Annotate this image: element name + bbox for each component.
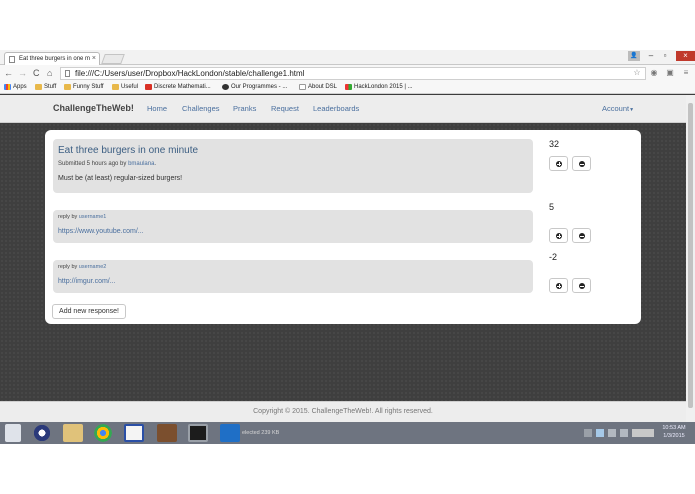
mail-icon[interactable] [220,424,240,442]
site-footer: Copyright © 2015. ChallengeTheWeb!. All … [0,401,686,422]
terminal-icon[interactable] [188,424,208,442]
apps-icon [4,84,11,90]
pdf-icon [145,84,152,90]
reply-post: reply by username1 https://www.youtube.c… [53,210,533,243]
minus-icon [579,283,585,289]
downvote-button[interactable] [572,156,591,171]
chrome-icon[interactable] [93,424,113,442]
folder-icon [35,84,42,90]
file-explorer-icon[interactable] [63,424,83,442]
account-dropdown[interactable]: Account▼ [602,104,634,113]
reply-link[interactable]: https://www.youtube.com/... [58,228,144,235]
reply-user-link[interactable]: username1 [79,214,107,220]
reply-link[interactable]: http://imgur.com/... [58,278,116,285]
upvote-button[interactable] [549,156,568,171]
scroll-thumb[interactable] [688,103,693,408]
reply-score: 5 [549,202,555,212]
reply-user-link[interactable]: username2 [79,264,107,270]
challenge-score: 32 [549,139,560,149]
page-scrollbar[interactable] [686,95,695,422]
challenge-post: Eat three burgers in one minute Submitte… [53,139,533,193]
bookmark-discrete-math[interactable]: Discrete Mathemati... [145,83,211,92]
bookmark-about-dsl[interactable]: About DSL [299,83,337,92]
book-app-icon[interactable] [157,424,177,442]
nav-home[interactable]: Home [147,104,167,113]
plus-icon [556,283,562,289]
app-icon[interactable] [32,424,52,442]
bookmark-stuff[interactable]: Stuff [35,83,56,92]
site-brand[interactable]: ChallengeTheWeb! [53,103,134,113]
nav-pranks[interactable]: Pranks [233,104,256,113]
nav-challenges[interactable]: Challenges [182,104,220,113]
page-icon [9,56,15,63]
author-link[interactable]: bmaulana [128,161,154,167]
minus-icon [579,161,585,167]
folder-icon [112,84,119,90]
challenge-description: Must be (at least) regular-sized burgers… [58,175,183,182]
reply-meta: reply by username1 [58,214,107,220]
nav-leaderboards[interactable]: Leaderboards [313,104,359,113]
address-bar[interactable]: file:///C:/Users/user/Dropbox/HackLondon… [60,67,646,80]
bookmarks-bar: Apps Stuff Funny Stuff Useful Discrete M… [0,81,695,94]
add-response-button[interactable]: Add new response! [52,304,126,319]
nav-request[interactable]: Request [271,104,299,113]
site-icon [222,84,229,90]
challenge-card: Eat three burgers in one minute Submitte… [45,130,641,324]
reply-upvote-button[interactable] [549,278,568,293]
browser-toolbar: ← → C ⌂ file:///C:/Users/user/Dropbox/Ha… [0,65,695,81]
bookmark-our-programmes[interactable]: Our Programmes - ... [222,83,287,92]
extension-icon[interactable]: ◉ [649,68,659,78]
status-text: elected 239 KB [242,430,280,436]
lambda-app-icon[interactable] [124,424,144,442]
start-icon[interactable] [5,424,21,442]
home-icon[interactable]: ⌂ [47,67,52,79]
web-page: ChallengeTheWeb! Home Challenges Pranks … [0,95,686,422]
url-text: file:///C:/Users/user/Dropbox/HackLondon… [75,69,305,78]
star-icon[interactable]: ☆ [632,68,642,78]
reload-icon[interactable]: C [33,67,40,79]
plus-icon [556,161,562,167]
reply-meta: reply by username2 [58,264,107,270]
minus-icon [579,233,585,239]
tab-title: Eat three burgers in one m [19,56,91,62]
challenge-meta: Submitted 5 hours ago by bmaulana. [58,161,157,167]
copyright-text: Copyright © 2015. ChallengeTheWeb!. All … [253,408,433,415]
plus-icon [556,233,562,239]
bookmark-funny-stuff[interactable]: Funny Stuff [64,83,104,92]
menu-icon[interactable]: ≡ [681,68,691,78]
reply-downvote-button[interactable] [572,228,591,243]
maximize-icon[interactable]: ▫ [660,51,670,61]
bookmark-useful[interactable]: Useful [112,83,138,92]
back-icon[interactable]: ← [4,67,13,79]
challenge-title: Eat three burgers in one minute [58,145,199,156]
user-icon[interactable]: 👤 [628,51,640,61]
window-close-icon[interactable]: × [676,51,695,61]
reply-downvote-button[interactable] [572,278,591,293]
taskbar-clock[interactable]: 10:53 AM 1/3/2015 [656,424,692,440]
reply-score: -2 [549,252,558,262]
page-icon [299,84,306,90]
tab-close-icon[interactable]: × [92,53,96,65]
folder-icon [64,84,71,90]
bookmark-hacklondon[interactable]: HackLondon 2015 | ... [345,83,413,92]
reply-upvote-button[interactable] [549,228,568,243]
bookmark-apps[interactable]: Apps [4,83,27,92]
extension-icon-2[interactable]: ▣ [665,68,675,78]
new-tab-button[interactable] [101,54,125,64]
page-icon [65,70,70,77]
system-tray-icons[interactable] [584,429,654,437]
caret-down-icon: ▼ [629,107,635,113]
browser-tab[interactable]: Eat three burgers in one m × [4,52,100,65]
windows-taskbar: elected 239 KB 10:53 AM 1/3/2015 [0,422,695,444]
hacklondon-icon [345,84,352,90]
minimize-icon[interactable]: – [646,51,656,61]
screen: Eat three burgers in one m × 👤 – ▫ × ← →… [0,50,695,444]
site-navbar: ChallengeTheWeb! Home Challenges Pranks … [0,95,686,123]
reply-post: reply by username2 http://imgur.com/... [53,260,533,293]
browser-tab-strip: Eat three burgers in one m × 👤 – ▫ × [0,50,695,65]
forward-icon[interactable]: → [18,67,27,79]
